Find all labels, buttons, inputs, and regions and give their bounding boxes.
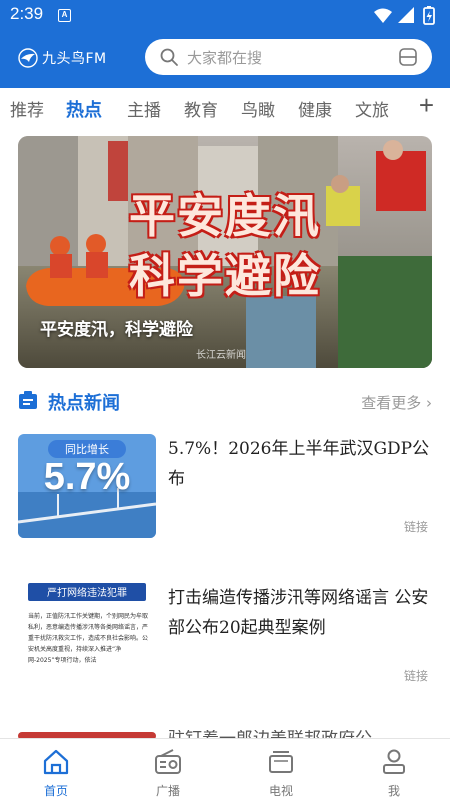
tab-health[interactable]: 健康 <box>298 96 332 121</box>
status-time: 2:39 <box>10 4 44 23</box>
news-section-icon <box>19 391 37 409</box>
tab-overview[interactable]: 鸟瞰 <box>241 96 275 121</box>
banner-carousel[interactable]: 平安度汛 科学避险 平安度汛，科学避险 长江云新闻 <box>18 136 432 368</box>
tv-icon <box>269 751 293 773</box>
tab-hosts[interactable]: 主播 <box>127 96 161 121</box>
system-status-icons <box>374 6 435 25</box>
app-brand[interactable]: 九头鸟FM <box>18 46 107 70</box>
bird-logo-icon <box>18 48 38 68</box>
nav-profile-label: 我 <box>387 784 400 798</box>
sim-icon: A <box>58 9 71 22</box>
banner-headline-2: 科学避险 <box>129 249 321 303</box>
news-title[interactable]: 打击编造传播涉汛等网络谣言 公安部公布20起典型案例 <box>168 583 430 643</box>
radio-icon <box>155 749 181 774</box>
nav-radio-label: 广播 <box>155 784 180 798</box>
nav-tv[interactable]: 电视 <box>225 739 337 800</box>
news-thumbnail: 同比增长 5.7% <box>18 434 156 538</box>
news-item[interactable]: 同比增长 5.7% 5.7%！2026年上半年武汉GDP公布 链接 <box>0 434 450 554</box>
news-link-tag: 链接 <box>403 669 428 683</box>
hot-news-header: 热点新闻 查看更多 › <box>0 380 450 420</box>
search-bar[interactable]: 大家都在搜 <box>145 39 432 75</box>
wifi-icon <box>374 8 392 23</box>
thumb-label: 同比增长 <box>65 443 109 456</box>
search-placeholder[interactable]: 大家都在搜 <box>187 47 262 68</box>
top-header: 2:39 A 九头鸟FM 大家都在搜 <box>0 0 450 88</box>
nav-tv-label: 电视 <box>268 784 293 798</box>
news-item[interactable]: 严打网络违法犯罪 当前，正值防汛工作关键期，个别网民为牟取私利，恶意编造传播涉汛… <box>0 583 450 703</box>
search-icon <box>160 48 178 66</box>
status-bar: 2:39 A <box>0 0 450 32</box>
banner-watermark: 长江云新闻 <box>196 350 246 361</box>
signal-icon <box>398 7 414 23</box>
news-link-tag: 链接 <box>403 520 428 534</box>
banner-caption: 平安度汛，科学避险 <box>40 320 193 340</box>
news-title[interactable]: 5.7%！2026年上半年武汉GDP公布 <box>168 434 430 494</box>
category-tabs: 推荐 热点 主播 教育 鸟瞰 健康 文旅 + <box>0 88 450 130</box>
home-icon <box>43 749 69 775</box>
tab-education[interactable]: 教育 <box>184 96 218 121</box>
nav-home[interactable]: 首页 <box>0 739 112 800</box>
section-title: 热点新闻 <box>48 393 120 414</box>
news-thumbnail: 严打网络违法犯罪 当前，正值防汛工作关键期，个别网民为牟取私利，恶意编造传播涉汛… <box>18 583 156 687</box>
add-tab-button[interactable]: + <box>419 90 434 121</box>
view-more-label: 查看更多 <box>361 394 422 412</box>
tab-recommend[interactable]: 推荐 <box>10 96 44 121</box>
nav-profile[interactable]: 我 <box>338 739 450 800</box>
tab-hot[interactable]: 热点 <box>66 96 102 122</box>
thumb-value: 5.7% <box>43 456 131 498</box>
bottom-navigation: 首页 广播 电视 我 <box>0 738 450 800</box>
nav-home-label: 首页 <box>43 784 68 798</box>
thumb-text: 当前，正值防汛工作关键期，个别网民为牟取私利，恶意编造传播涉汛等各类网络谣言，严… <box>28 613 149 664</box>
nav-radio[interactable]: 广播 <box>112 739 224 800</box>
brand-name: 九头鸟FM <box>42 51 107 67</box>
tab-culture-travel[interactable]: 文旅 <box>355 96 389 121</box>
thumb-heading: 严打网络违法犯罪 <box>47 588 127 599</box>
profile-icon <box>383 749 405 774</box>
banner-headline-1: 平安度汛 <box>129 189 321 243</box>
view-more-link[interactable]: 查看更多 › <box>361 392 432 413</box>
scan-icon[interactable] <box>398 47 418 67</box>
